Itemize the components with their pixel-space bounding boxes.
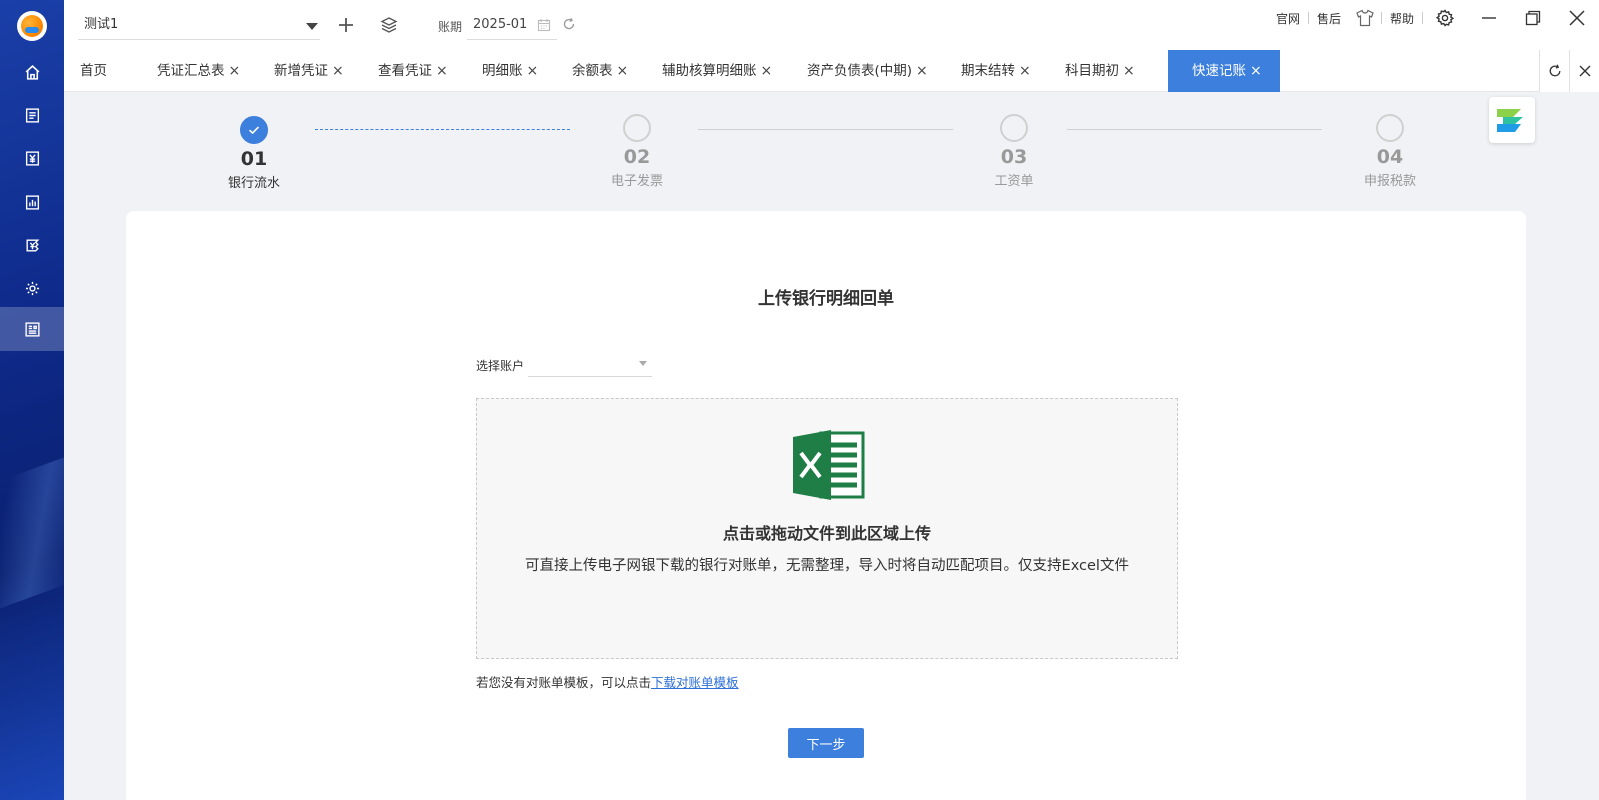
period-picker[interactable]: 2025-01 xyxy=(467,14,557,40)
close-icon[interactable]: × xyxy=(761,63,773,79)
tab-quick-book[interactable]: 快速记账 × xyxy=(1168,50,1280,92)
step-circle xyxy=(1376,114,1404,142)
step-name: 电子发票 xyxy=(610,174,663,189)
chevron-down-icon xyxy=(639,361,647,366)
close-window-icon[interactable] xyxy=(1555,0,1599,36)
tab-label: 期末结转 xyxy=(961,63,1015,79)
step-name: 工资单 xyxy=(994,174,1034,189)
tab-period-close[interactable]: 期末结转 × xyxy=(961,50,1031,92)
tab-asset-liability[interactable]: 资产负债表(中期) × xyxy=(807,50,928,92)
report-icon[interactable] xyxy=(0,180,64,224)
step-3: 03 工资单 xyxy=(964,114,1064,189)
dropzone-description: 可直接上传电子网银下载的银行对账单，无需整理，导入时将自动匹配项目。仅支持Exc… xyxy=(525,558,1129,574)
upload-card: 上传银行明细回单 选择账户 点击或拖动文件到此区域上传 可直接上传电子网银下载的… xyxy=(126,211,1526,800)
step-circle xyxy=(623,114,651,142)
refresh-icon[interactable] xyxy=(562,17,576,35)
tax-icon[interactable] xyxy=(0,223,64,267)
close-icon[interactable]: × xyxy=(916,63,928,79)
download-template-link[interactable]: 下载对账单模板 xyxy=(651,675,739,690)
window-controls: 官网 售后 帮助 xyxy=(1268,0,1599,36)
step-2: 02 电子发票 xyxy=(587,114,687,189)
tab-view-voucher[interactable]: 查看凭证 × xyxy=(378,50,448,92)
chevron-down-icon xyxy=(306,23,318,30)
company-select[interactable]: 测试1 xyxy=(78,14,320,40)
step-name: 申报税款 xyxy=(1363,174,1416,189)
page-title: 上传银行明细回单 xyxy=(758,289,894,309)
tab-label: 凭证汇总表 xyxy=(157,63,225,79)
voucher-icon[interactable] xyxy=(0,93,64,137)
step-name: 银行流水 xyxy=(227,176,280,191)
plus-icon[interactable] xyxy=(335,14,357,36)
close-icon[interactable]: × xyxy=(1123,63,1135,79)
period-label: 账期 xyxy=(438,20,463,34)
tab-label: 新增凭证 xyxy=(274,63,328,79)
tab-home[interactable]: 首页 xyxy=(80,50,107,92)
tab-label: 科目期初 xyxy=(1065,63,1119,79)
template-note: 若您没有对账单模板，可以点击下载对账单模板 xyxy=(476,672,739,691)
tab-detail-ledger[interactable]: 明细账 × xyxy=(482,50,538,92)
tab-label: 快速记账 xyxy=(1192,63,1246,79)
dropzone-title: 点击或拖动文件到此区域上传 xyxy=(722,524,931,543)
tab-label: 首页 xyxy=(80,63,107,79)
close-icon[interactable]: × xyxy=(1250,63,1262,79)
step-4: 04 申报税款 xyxy=(1340,114,1440,189)
tab-aux-ledger[interactable]: 辅助核算明细账 × xyxy=(662,50,772,92)
step-circle xyxy=(1000,114,1028,142)
close-icon[interactable]: × xyxy=(1019,63,1031,79)
account-label: 选择账户 xyxy=(476,359,525,373)
next-step-button[interactable]: 下一步 xyxy=(788,728,864,758)
tab-label: 资产负债表(中期) xyxy=(807,63,913,79)
close-icon[interactable]: × xyxy=(436,63,448,79)
tab-tools xyxy=(1539,50,1599,92)
upload-dropzone[interactable]: 点击或拖动文件到此区域上传 可直接上传电子网银下载的银行对账单，无需整理，导入时… xyxy=(476,398,1178,659)
account-select[interactable] xyxy=(528,351,652,377)
step-connector xyxy=(315,129,570,130)
step-number: 02 xyxy=(623,146,651,168)
refresh-tab-icon[interactable] xyxy=(1539,50,1569,92)
progress-steps: 01 银行流水 02 电子发票 03 工资单 04 申报税款 xyxy=(64,92,1599,212)
check-icon xyxy=(240,116,268,144)
app-logo xyxy=(17,11,47,41)
close-icon[interactable]: × xyxy=(229,63,241,79)
tab-label: 辅助核算明细账 xyxy=(662,63,757,79)
home-icon[interactable] xyxy=(0,50,64,94)
tab-new-voucher[interactable]: 新增凭证 × xyxy=(274,50,344,92)
close-icon[interactable]: × xyxy=(617,63,629,79)
period-value: 2025-01 xyxy=(473,17,528,32)
quick-book-icon[interactable] xyxy=(0,307,64,351)
yen-icon[interactable] xyxy=(0,136,64,180)
tab-label: 明细账 xyxy=(482,63,523,79)
help-link[interactable]: 帮助 xyxy=(1382,10,1422,27)
after-sales-link[interactable]: 售后 xyxy=(1309,10,1349,27)
tab-bar: 首页 凭证汇总表 × 新增凭证 × 查看凭证 × 明细账 × 余额表 × 辅助核算明细账 ×… xyxy=(64,50,1599,92)
settings-icon[interactable] xyxy=(0,266,64,310)
top-bar: 测试1 账期 2025-01 官网 售后 帮助 xyxy=(64,0,1599,50)
tab-balance-sheet[interactable]: 余额表 × xyxy=(572,50,628,92)
minimize-icon[interactable] xyxy=(1467,0,1511,36)
close-icon[interactable]: × xyxy=(332,63,344,79)
tab-opening-balance[interactable]: 科目期初 × xyxy=(1065,50,1135,92)
gear-icon[interactable] xyxy=(1423,0,1467,36)
step-connector xyxy=(1067,129,1322,130)
close-all-tabs-icon[interactable] xyxy=(1569,50,1599,92)
calendar-icon xyxy=(537,18,551,40)
company-name: 测试1 xyxy=(84,17,119,32)
layers-icon[interactable] xyxy=(378,14,400,36)
close-icon[interactable]: × xyxy=(527,63,539,79)
tshirt-icon[interactable] xyxy=(1349,0,1381,36)
restore-icon[interactable] xyxy=(1511,0,1555,36)
official-site-link[interactable]: 官网 xyxy=(1268,10,1308,27)
sidebar xyxy=(0,0,64,800)
assistant-logo-icon[interactable] xyxy=(1489,97,1535,143)
tab-label: 查看凭证 xyxy=(378,63,432,79)
template-note-text: 若您没有对账单模板，可以点击 xyxy=(476,675,652,690)
tab-voucher-summary[interactable]: 凭证汇总表 × xyxy=(157,50,240,92)
excel-file-icon xyxy=(791,429,865,501)
step-number: 01 xyxy=(240,148,268,170)
step-connector xyxy=(698,129,953,130)
tab-label: 余额表 xyxy=(572,63,613,79)
step-number: 03 xyxy=(1000,146,1028,168)
step-1: 01 银行流水 xyxy=(204,116,304,191)
step-number: 04 xyxy=(1376,146,1404,168)
